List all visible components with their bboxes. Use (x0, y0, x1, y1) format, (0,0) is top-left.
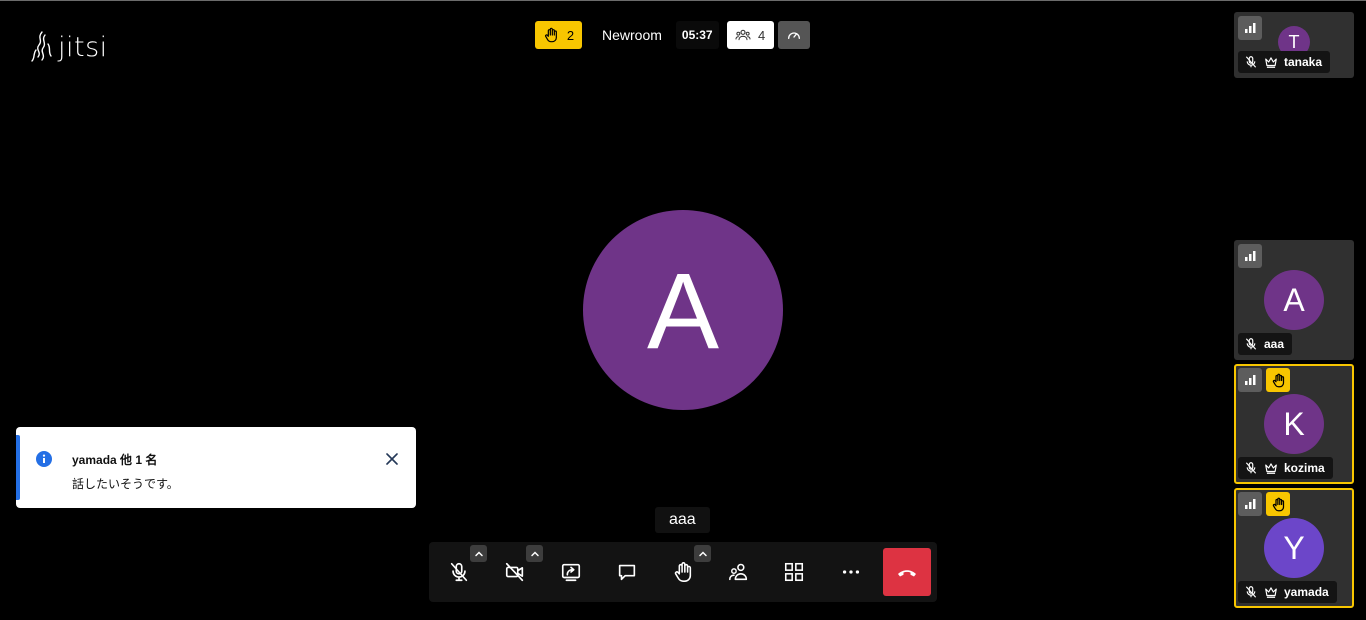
participants-icon (735, 29, 751, 41)
filmstrip-tile-tanaka[interactable]: T tanaka (1234, 12, 1354, 78)
video-settings-caret[interactable] (526, 545, 543, 562)
participants-count-badge[interactable]: 4 (726, 21, 774, 49)
jitsi-logo[interactable]: jitsi (30, 30, 108, 64)
dominant-speaker-avatar: A (583, 210, 783, 410)
participants-icon (729, 563, 748, 581)
participant-nameplate: tanaka (1238, 51, 1331, 73)
participant-name: tanaka (1284, 55, 1323, 69)
more-horizontal-icon (842, 570, 860, 574)
participant-nameplate: kozima (1238, 457, 1333, 479)
microphone-muted-icon (450, 562, 468, 582)
raised-hand-icon (544, 27, 557, 43)
share-screen-button[interactable] (547, 548, 595, 596)
audio-settings-caret[interactable] (470, 545, 487, 562)
moderator-crown-icon (1265, 587, 1277, 598)
raised-hands-count: 2 (566, 27, 575, 43)
filmstrip-tile-kozima[interactable]: K kozima (1234, 364, 1354, 484)
conference-info-bar: 2 Newroom 05:37 4 (535, 21, 810, 49)
participant-avatar: K (1264, 394, 1324, 454)
meeting-toolbar (429, 542, 937, 602)
participant-nameplate: aaa (1238, 333, 1293, 355)
raised-hand-icon (1272, 497, 1284, 511)
chat-button[interactable] (603, 548, 651, 596)
raised-hand-notification: yamada 他 1 名 話したいそうです。 (16, 427, 416, 508)
microphone-muted-icon (1245, 462, 1257, 474)
connection-speed-badge[interactable] (777, 21, 810, 49)
jitsi-logo-icon (31, 31, 52, 62)
notification-title: yamada 他 1 名 (72, 453, 158, 467)
raised-hand-icon (1272, 373, 1284, 387)
filmstrip-tile-yamada[interactable]: Y yamada (1234, 488, 1354, 608)
microphone-muted-icon (1245, 586, 1257, 598)
moderator-crown-icon (1265, 57, 1277, 68)
close-icon (386, 453, 398, 465)
signal-bars-icon (1245, 375, 1256, 385)
more-actions-button[interactable] (827, 548, 875, 596)
connection-indicator[interactable] (1238, 368, 1262, 392)
tile-view-button[interactable] (770, 548, 818, 596)
chat-icon (618, 564, 636, 581)
chevron-up-icon (474, 550, 483, 556)
screen-share-icon (561, 563, 581, 582)
raised-hand-indicator (1266, 492, 1290, 516)
participant-nameplate: yamada (1238, 581, 1337, 603)
chevron-up-icon (698, 550, 707, 556)
notification-description: 話したいそうです。 (72, 477, 179, 491)
participant-name: aaa (1264, 337, 1285, 351)
chevron-up-icon (530, 550, 539, 556)
reactions-caret[interactable] (694, 545, 711, 562)
hang-up-button[interactable] (883, 548, 931, 596)
raise-hand-icon (674, 562, 692, 582)
info-icon (36, 451, 52, 472)
dominant-speaker-name: aaa (655, 507, 710, 533)
logo-text: jitsi (58, 31, 108, 63)
connection-indicator[interactable] (1238, 16, 1262, 40)
signal-bars-icon (1245, 499, 1256, 509)
notification-close-button[interactable] (386, 452, 398, 470)
participants-button[interactable] (715, 548, 763, 596)
participant-avatar: Y (1264, 518, 1324, 578)
tile-view-icon (784, 562, 804, 582)
connection-indicator[interactable] (1238, 244, 1262, 268)
participant-avatar: A (1264, 270, 1324, 330)
moderator-crown-icon (1265, 463, 1277, 474)
phone-hangup-icon (898, 570, 916, 577)
signal-bars-icon (1245, 23, 1256, 33)
participant-name: yamada (1284, 585, 1329, 599)
microphone-muted-icon (1245, 56, 1257, 68)
camera-off-icon (505, 562, 524, 582)
gauge-icon (787, 32, 800, 39)
top-border (0, 0, 1366, 1)
connection-indicator[interactable] (1238, 492, 1262, 516)
room-name: Newroom (602, 27, 662, 43)
filmstrip-tile-aaa[interactable]: A aaa (1234, 240, 1354, 360)
raised-hands-badge[interactable]: 2 (535, 21, 582, 49)
signal-bars-icon (1245, 251, 1256, 261)
conference-timer: 05:37 (675, 21, 719, 49)
participant-count: 4 (757, 27, 766, 43)
notification-accent-bar (16, 435, 20, 500)
participant-name: kozima (1284, 461, 1325, 475)
raised-hand-indicator (1266, 368, 1290, 392)
microphone-muted-icon (1245, 338, 1257, 350)
